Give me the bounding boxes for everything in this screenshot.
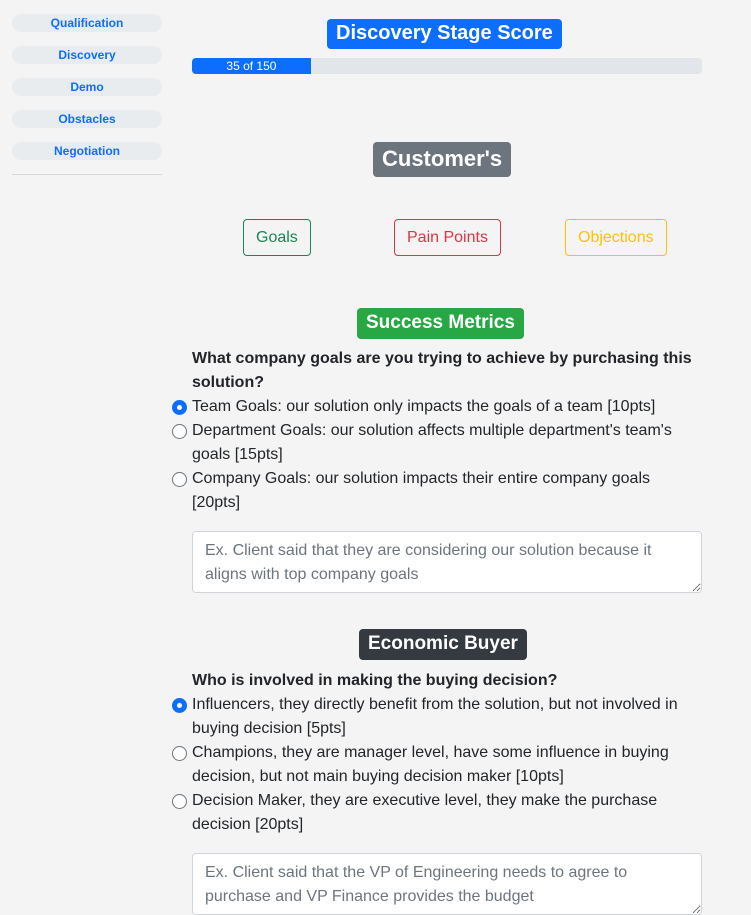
radio-button[interactable]	[172, 400, 187, 415]
success-metrics-notes-field[interactable]	[192, 531, 702, 593]
success-metrics-question: What company goals are you trying to ach…	[192, 350, 692, 391]
radio-button[interactable]	[172, 746, 187, 761]
page-title: Discovery Stage Score	[327, 19, 562, 49]
objections-button[interactable]: Objections	[565, 219, 667, 256]
sidebar: Qualification Discovery Demo Obstacles N…	[12, 14, 162, 174]
customer-heading: Customer's	[373, 142, 512, 177]
sidebar-item-discovery[interactable]: Discovery	[12, 46, 162, 64]
economic-buyer-notes-field[interactable]	[192, 853, 702, 915]
economic-buyer-option-champions[interactable]: Champions, they are manager level, have …	[172, 741, 702, 789]
option-label: Champions, they are manager level, have …	[192, 744, 669, 785]
option-label: Influencers, they directly benefit from …	[192, 696, 678, 737]
sidebar-item-demo[interactable]: Demo	[12, 78, 162, 96]
score-progress-fill: 35 of 150	[192, 58, 311, 74]
radio-button[interactable]	[172, 698, 187, 713]
option-label: Department Goals: our solution affects m…	[192, 422, 672, 463]
radio-button[interactable]	[172, 472, 187, 487]
economic-buyer-option-influencers[interactable]: Influencers, they directly benefit from …	[172, 693, 702, 741]
sidebar-item-qualification[interactable]: Qualification	[12, 14, 162, 32]
radio-button[interactable]	[172, 794, 187, 809]
sidebar-item-obstacles[interactable]: Obstacles	[12, 110, 162, 128]
option-label: Company Goals: our solution impacts thei…	[192, 470, 650, 511]
success-metrics-option-team[interactable]: Team Goals: our solution only impacts th…	[172, 395, 702, 419]
success-metrics-heading: Success Metrics	[357, 308, 524, 339]
sidebar-divider	[12, 174, 162, 175]
success-metrics-option-company[interactable]: Company Goals: our solution impacts thei…	[172, 467, 702, 515]
economic-buyer-option-decision-maker[interactable]: Decision Maker, they are executive level…	[172, 789, 702, 837]
economic-buyer-heading: Economic Buyer	[359, 629, 527, 660]
goals-button[interactable]: Goals	[243, 219, 311, 256]
score-progress-bar: 35 of 150	[192, 58, 702, 74]
sidebar-item-negotiation[interactable]: Negotiation	[12, 142, 162, 160]
radio-button[interactable]	[172, 424, 187, 439]
option-label: Team Goals: our solution only impacts th…	[192, 398, 656, 415]
option-label: Decision Maker, they are executive level…	[192, 792, 658, 833]
economic-buyer-question: Who is involved in making the buying dec…	[192, 672, 558, 689]
pain-points-button[interactable]: Pain Points	[394, 219, 501, 256]
success-metrics-option-department[interactable]: Department Goals: our solution affects m…	[172, 419, 702, 467]
